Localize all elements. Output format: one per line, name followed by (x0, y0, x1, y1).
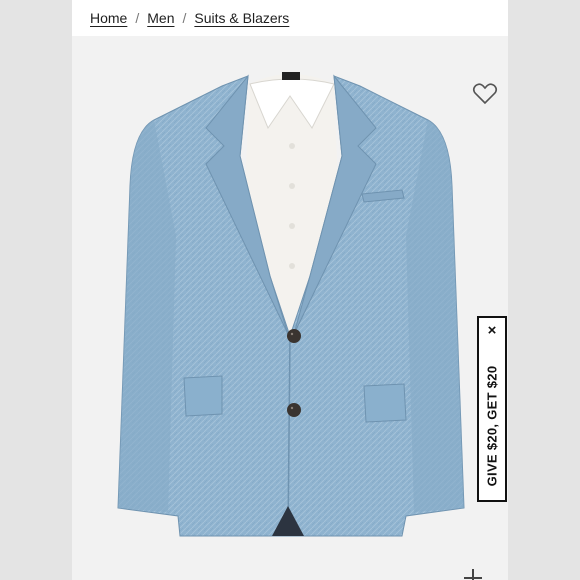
breadcrumb-separator: / (182, 10, 187, 26)
referral-promo-tab[interactable]: × GIVE $20, GET $20 (477, 316, 507, 502)
right-flap-pocket (363, 383, 407, 423)
jacket-button (287, 403, 301, 417)
breadcrumb-separator: / (135, 10, 140, 26)
breadcrumb-home-link[interactable]: Home (90, 10, 127, 26)
zoom-plus-button[interactable] (456, 561, 490, 580)
promo-label[interactable]: GIVE $20, GET $20 (485, 366, 500, 487)
right-backdrop (508, 0, 580, 580)
left-flap-pocket (183, 375, 223, 417)
product-page: Home / Men / Suits & Blazers (72, 0, 508, 580)
breadcrumb-men-link[interactable]: Men (147, 10, 174, 26)
breadcrumb-suits-blazers-link[interactable]: Suits & Blazers (194, 10, 289, 26)
jacket-button (287, 329, 301, 343)
plus-icon (464, 569, 482, 580)
product-image[interactable] (72, 36, 508, 580)
wishlist-heart-icon[interactable] (472, 82, 498, 106)
promo-close-icon[interactable]: × (479, 322, 505, 342)
left-backdrop (0, 0, 72, 580)
breadcrumb: Home / Men / Suits & Blazers (72, 0, 508, 36)
product-image-area (72, 36, 508, 580)
